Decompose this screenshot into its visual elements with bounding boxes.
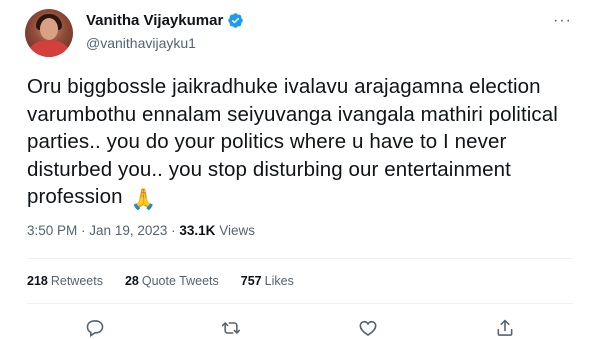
retweets-label: Retweets — [50, 274, 103, 288]
likes-stat[interactable]: 757 Likes — [241, 274, 294, 288]
views-count: 33.1K — [179, 223, 216, 238]
quotes-count: 28 — [124, 274, 139, 288]
reply-icon[interactable] — [84, 318, 106, 338]
divider — [27, 258, 573, 259]
tweet-date[interactable]: Jan 19, 2023 — [89, 223, 167, 238]
views-label: Views — [219, 223, 255, 238]
divider — [27, 303, 573, 304]
user-handle[interactable]: @vanithavijayku1 — [86, 35, 196, 51]
engagement-stats: 218 Retweets 28 Quote Tweets 757 Likes — [27, 274, 294, 288]
display-name[interactable]: Vanitha Vijaykumar — [86, 12, 223, 29]
quotes-label: Quote Tweets — [141, 274, 219, 288]
more-options-icon[interactable]: ··· — [553, 12, 572, 30]
retweets-stat[interactable]: 218 Retweets — [27, 274, 103, 288]
likes-count: 757 — [240, 274, 262, 288]
tweet-meta: 3:50 PM · Jan 19, 2023 · 33.1K Views — [27, 223, 255, 238]
quote-tweets-stat[interactable]: 28 Quote Tweets — [125, 274, 219, 288]
tweet-actions — [0, 318, 600, 339]
verified-badge-icon — [228, 13, 244, 28]
like-icon[interactable] — [357, 318, 379, 338]
tweet-text: Oru biggbossle jaikradhuke ivalavu araja… — [27, 73, 587, 214]
avatar[interactable] — [25, 9, 73, 57]
tweet-body: Oru biggbossle jaikradhuke ivalavu araja… — [27, 75, 558, 208]
author-name-row: Vanitha Vijaykumar — [86, 12, 244, 29]
retweet-icon[interactable] — [220, 318, 242, 338]
folded-hands-emoji: 🙏 — [130, 188, 157, 211]
share-icon[interactable] — [494, 318, 516, 338]
likes-label: Likes — [264, 274, 294, 288]
retweets-count: 218 — [27, 274, 48, 288]
tweet-time[interactable]: 3:50 PM — [27, 223, 77, 238]
